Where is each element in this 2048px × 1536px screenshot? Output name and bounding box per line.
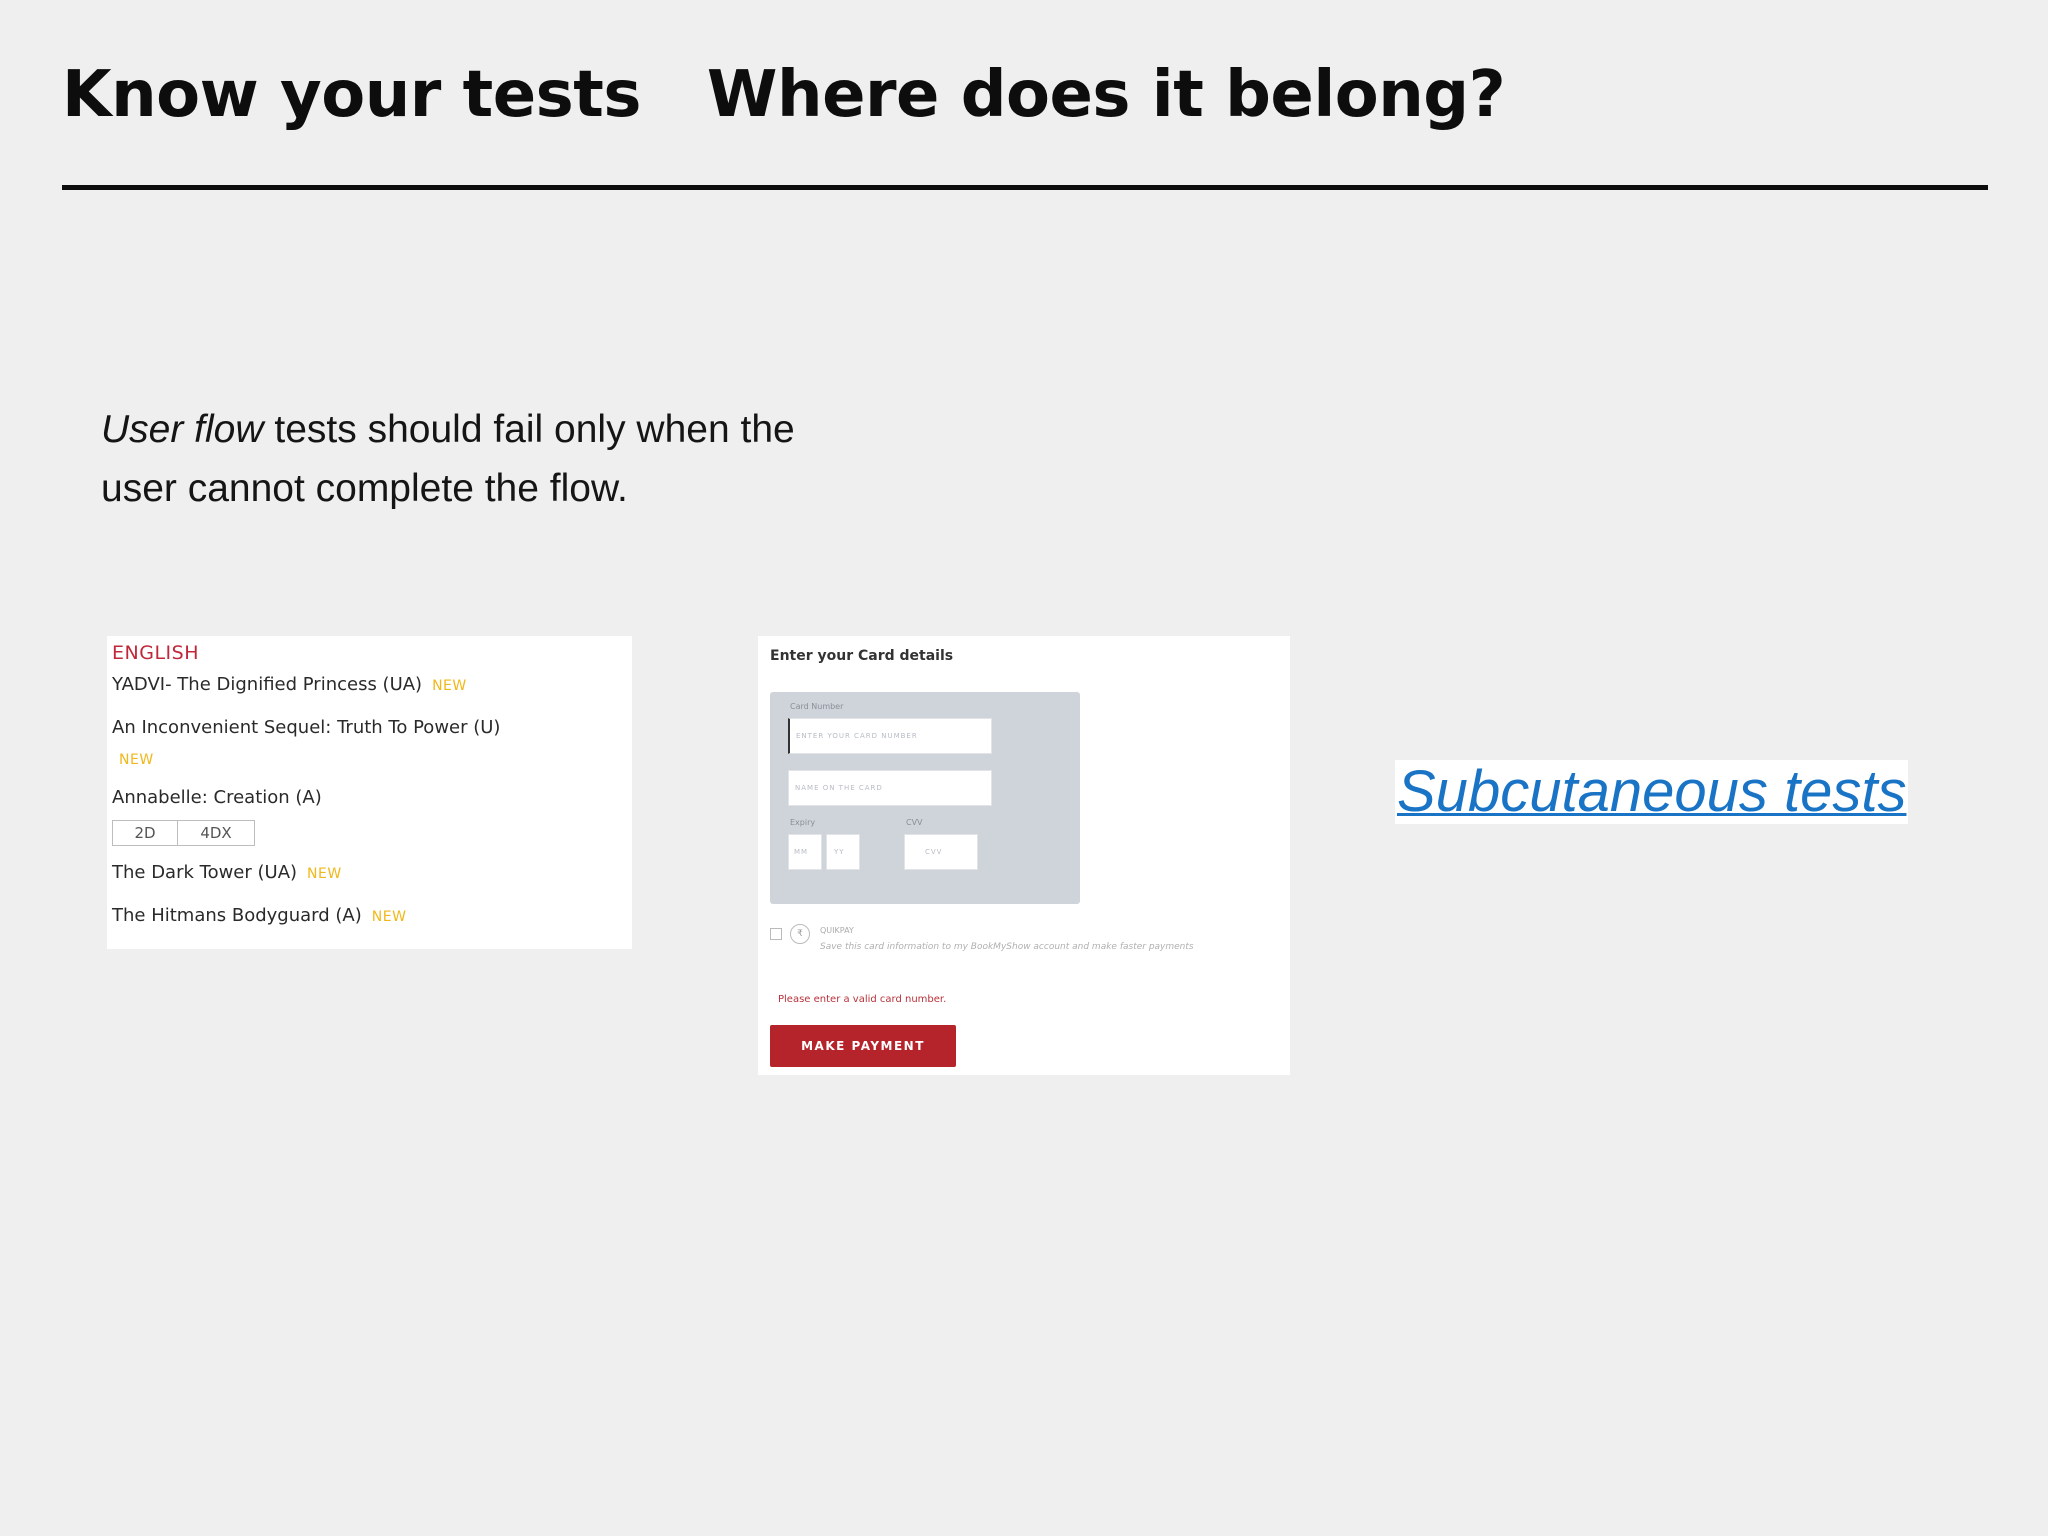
save-brand: QUIKPAY xyxy=(820,926,854,935)
payment-title: Enter your Card details xyxy=(770,648,954,664)
movie-list-screenshot: ENGLISH YADVI- The Dignified Princess (U… xyxy=(107,636,632,949)
format-options: 2D 4DX xyxy=(112,820,255,846)
movie-item[interactable]: The Hitmans Bodyguard (A) NEW xyxy=(112,905,406,926)
movie-title: Annabelle: Creation (A) xyxy=(112,787,322,808)
expiry-year-input[interactable]: YY xyxy=(826,834,860,870)
title-divider xyxy=(62,185,1988,190)
new-badge: NEW xyxy=(307,866,342,882)
subcutaneous-tests-link[interactable]: Subcutaneous tests xyxy=(1395,760,1909,824)
movie-title: The Hitmans Bodyguard (A) xyxy=(112,905,362,926)
new-badge: NEW xyxy=(432,678,467,694)
expiry-label: Expiry xyxy=(790,818,816,827)
new-badge: NEW xyxy=(119,752,154,768)
save-card-note: Save this card information to my BookMyS… xyxy=(820,942,1194,952)
format-chip-2d[interactable]: 2D xyxy=(112,820,178,846)
movie-item[interactable]: An Inconvenient Sequel: Truth To Power (… xyxy=(112,717,500,738)
title-right: Where does it belong? xyxy=(706,58,1506,132)
movie-title: The Dark Tower (UA) xyxy=(112,862,298,883)
make-payment-button[interactable]: MAKE PAYMENT xyxy=(770,1025,956,1067)
cvv-label: CVV xyxy=(906,818,923,827)
card-number-label: Card Number xyxy=(790,702,844,711)
cvv-input[interactable]: CVV xyxy=(904,834,978,870)
save-card-checkbox[interactable] xyxy=(770,928,782,940)
card-error-message: Please enter a valid card number. xyxy=(778,994,947,1005)
new-badge: NEW xyxy=(371,909,407,925)
movie-item[interactable]: Annabelle: Creation (A) xyxy=(112,787,322,808)
movie-title: YADVI- The Dignified Princess (UA) xyxy=(112,674,423,695)
payment-screenshot: Enter your Card details Card Number ENTE… xyxy=(758,636,1290,1075)
name-on-card-input[interactable]: NAME ON THE CARD xyxy=(788,770,992,806)
expiry-month-input[interactable]: MM xyxy=(788,834,822,870)
body-line2: user cannot complete the flow. xyxy=(101,467,628,510)
body-line1-rest: tests should fail only when the xyxy=(263,408,795,451)
movie-item[interactable]: The Dark Tower (UA) NEW xyxy=(112,862,342,883)
movie-item-badge-row: NEW xyxy=(112,748,154,769)
body-text: User flow tests should fail only when th… xyxy=(101,400,921,518)
card-number-input[interactable]: ENTER YOUR CARD NUMBER xyxy=(788,718,992,754)
format-chip-4dx[interactable]: 4DX xyxy=(178,820,255,846)
language-heading: ENGLISH xyxy=(112,642,199,664)
title-left: Know your tests xyxy=(62,58,641,132)
movie-item[interactable]: YADVI- The Dignified Princess (UA) NEW xyxy=(112,674,467,695)
slide-title: Know your tests Where does it belong? xyxy=(62,58,1506,132)
body-emphasis: User flow xyxy=(101,408,264,451)
card-details-box: Card Number ENTER YOUR CARD NUMBER NAME … xyxy=(770,692,1080,904)
movie-title: An Inconvenient Sequel: Truth To Power (… xyxy=(112,717,501,738)
quikpay-icon: ₹ xyxy=(790,924,810,944)
